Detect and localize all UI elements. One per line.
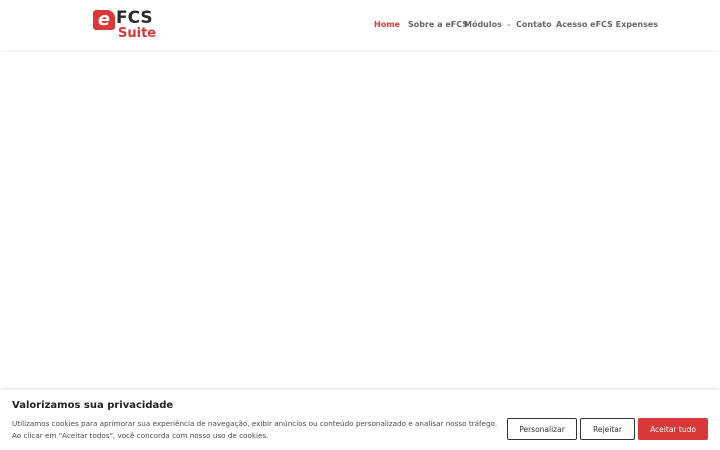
reject-cookies-button[interactable]: Rejeitar (580, 418, 635, 440)
logo-suite-text: Suite (118, 26, 157, 41)
efcs-suite-logo[interactable]: e FCS Suite (93, 8, 157, 42)
customize-cookies-button[interactable]: Personalizar (507, 418, 577, 440)
nav-item-modulos-label: Módulos (464, 20, 502, 29)
nav-item-acesso-expenses[interactable]: Acesso eFCS Expenses (556, 19, 658, 31)
accept-all-cookies-button[interactable]: Aceitar tudo (638, 418, 708, 440)
cookie-description: Utilizamos cookies para aprimorar sua ex… (12, 419, 498, 440)
logo-e-mark: e (93, 10, 115, 30)
site-header: e FCS Suite Home Sobre a eFCS Módulos ⌄ C… (0, 0, 720, 50)
nav-item-home[interactable]: Home (374, 19, 400, 31)
nav-item-sobre[interactable]: Sobre a eFCS (408, 19, 468, 31)
chevron-down-icon: ⌄ (505, 20, 512, 28)
cookie-consent-banner: Valorizamos sua privacidade Utilizamos c… (0, 390, 720, 450)
nav-item-modulos[interactable]: Módulos ⌄ (464, 19, 512, 31)
logo-fcs-text: FCS (116, 8, 153, 28)
nav-item-contato[interactable]: Contato (516, 19, 552, 31)
cookie-title: Valorizamos sua privacidade (12, 400, 174, 411)
